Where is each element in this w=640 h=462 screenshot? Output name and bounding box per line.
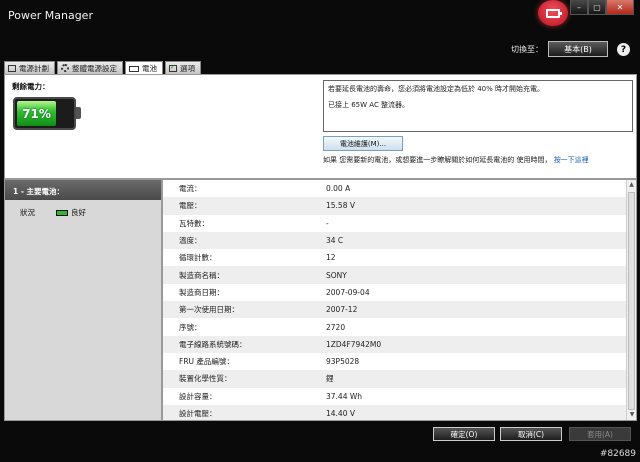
tab-power-plan[interactable]: 電源計劃 <box>4 61 55 74</box>
tab-options[interactable]: 選項 <box>165 61 201 74</box>
property-row: 電壓： 15.58 V <box>163 197 636 215</box>
cancel-button[interactable]: 取消(C) <box>500 427 562 441</box>
property-row: 序號： 2720 <box>163 318 636 335</box>
status-label: 狀況 <box>20 208 35 217</box>
property-value: 14.40 V <box>326 409 355 418</box>
battery-message: 若要延長電池的壽命，您必須將電池設定為低於 40% 時才開始充電。 <box>328 85 545 93</box>
battery-status-row: 狀況 良好 <box>5 200 161 218</box>
window-controls: – ▢ ✕ <box>570 0 634 15</box>
property-label: 電流： <box>179 184 202 194</box>
maximize-button[interactable]: ▢ <box>588 0 606 15</box>
property-row: 溫度： 34 C <box>163 231 636 250</box>
property-value: 1ZD4F7942M0 <box>326 339 382 349</box>
property-value: 93P5028 <box>326 357 360 367</box>
property-value: SONY <box>326 270 347 280</box>
battery-terminal <box>76 107 81 119</box>
remaining-power-label: 剩餘電力： <box>12 82 50 91</box>
main-battery-header[interactable]: 1 - 主要電池： <box>5 180 161 200</box>
property-label: 序號： <box>179 322 202 332</box>
property-row: 電子線路系統號碼： 1ZD4F7942M0 <box>163 335 636 353</box>
tab-label: 電池 <box>142 64 157 73</box>
property-label: 循環計數： <box>179 253 217 263</box>
property-label: 電壓： <box>179 201 202 211</box>
property-row: 裝置化學性質： 鋰 <box>163 370 636 388</box>
status-value: 良好 <box>71 208 86 217</box>
tab-label: 電源計劃 <box>19 63 49 73</box>
battery-level-indicator: 71% <box>13 97 76 130</box>
property-value: 37.44 Wh <box>326 391 363 401</box>
property-label: 裝置化學性質： <box>179 374 232 384</box>
tab-battery[interactable]: 電池 <box>125 61 163 75</box>
window-title: Power Manager <box>8 9 93 22</box>
ok-button[interactable]: 確定(O) <box>433 427 495 441</box>
property-label: 溫度： <box>179 236 202 246</box>
battery-message: 已接上 65W AC 整流器。 <box>328 101 410 109</box>
battery-properties-table: 電流： 0.00 A 電壓： 15.58 V 瓦特數： - 溫度： 34 C 循環計數： 12 製造… <box>162 179 637 421</box>
property-label: 製造商名稱： <box>179 270 224 280</box>
property-value: 0.00 A <box>326 184 351 194</box>
click-here-link[interactable]: 按一下這裡 <box>554 156 589 164</box>
tab-bar: 電源計劃 整體電源設定 電池 選項 <box>4 61 203 75</box>
help-icon[interactable]: ? <box>617 43 630 56</box>
property-label: 電子線路系統號碼： <box>179 339 247 349</box>
battery-message-box: 若要延長電池的壽命，您必須將電池設定為低於 40% 時才開始充電。 已接上 65… <box>323 80 633 132</box>
scroll-thumb[interactable] <box>628 192 635 410</box>
battery-maintenance-button[interactable]: 電池維護(M)... <box>323 136 403 151</box>
power-manager-logo-icon <box>538 0 568 26</box>
property-label: FRU 產品編號： <box>179 357 234 367</box>
battery-level-fill: 71% <box>17 101 57 126</box>
basic-mode-button[interactable]: 基本(B) <box>548 41 608 57</box>
property-value: 2007-09-04 <box>326 287 370 297</box>
property-row: 製造商名稱： SONY <box>163 266 636 284</box>
property-label: 設計電壓： <box>179 409 217 418</box>
property-value: 34 C <box>326 236 344 246</box>
tab-label: 整體電源設定 <box>72 63 117 73</box>
plan-icon <box>8 64 16 72</box>
property-row: 電流： 0.00 A <box>163 180 636 197</box>
property-value: 2007-12 <box>326 305 358 315</box>
property-label: 設計容量： <box>179 391 217 401</box>
property-row: 製造商日期： 2007-09-04 <box>163 284 636 301</box>
battery-percent-text: 71% <box>22 106 51 121</box>
watermark-text: #82689 <box>599 449 636 459</box>
tab-global-settings[interactable]: 整體電源設定 <box>57 61 123 74</box>
battery-status-icon <box>56 209 68 216</box>
checkbox-icon <box>169 63 177 72</box>
property-row: 設計容量： 37.44 Wh <box>163 388 636 405</box>
property-row: FRU 產品編號： 93P5028 <box>163 353 636 370</box>
scroll-down-icon[interactable]: ▼ <box>627 410 636 420</box>
close-button[interactable]: ✕ <box>606 0 634 15</box>
battery-tip: 如果 您需要新的電池，或想要進一步瞭解關於如何延長電池的 使用時間， 按一下這裡 <box>323 155 589 165</box>
battery-list-panel: 1 - 主要電池： 狀況 良好 <box>4 179 162 421</box>
battery-overview-panel: 剩餘電力： 71% 若要延長電池的壽命，您必須將電池設定為低於 40% 時才開始… <box>4 74 637 179</box>
tab-label: 選項 <box>180 63 195 73</box>
property-row: 設計電壓： 14.40 V <box>163 404 636 420</box>
property-value: 12 <box>326 253 336 263</box>
power-manager-window: Power Manager – ▢ ✕ 切換至： 基本(B) ? 電源計劃 整體… <box>0 0 640 462</box>
switch-to-label: 切換至： <box>511 45 543 54</box>
property-row: 瓦特數： - <box>163 215 636 232</box>
minimize-button[interactable]: – <box>570 0 588 15</box>
battery-icon <box>129 65 139 72</box>
properties-list: 電流： 0.00 A 電壓： 15.58 V 瓦特數： - 溫度： 34 C 循環計數： 12 製造… <box>163 180 636 420</box>
property-row: 循環計數： 12 <box>163 249 636 266</box>
property-value: 2720 <box>326 322 346 332</box>
properties-scrollbar[interactable]: ▲ ▼ <box>626 180 636 420</box>
gear-icon <box>61 64 69 72</box>
property-label: 第一次使用日期： <box>179 305 239 315</box>
property-label: 瓦特數： <box>179 218 209 228</box>
property-value: - <box>326 218 329 228</box>
tip-text: 如果 您需要新的電池，或想要進一步瞭解關於如何延長電池的 使用時間， <box>323 156 552 164</box>
property-value: 15.58 V <box>326 201 355 211</box>
property-label: 製造商日期： <box>179 287 224 297</box>
property-value: 鋰 <box>326 374 334 384</box>
property-row: 第一次使用日期： 2007-12 <box>163 301 636 319</box>
apply-button[interactable]: 套用(A) <box>569 427 631 441</box>
scroll-up-icon[interactable]: ▲ <box>627 180 636 190</box>
